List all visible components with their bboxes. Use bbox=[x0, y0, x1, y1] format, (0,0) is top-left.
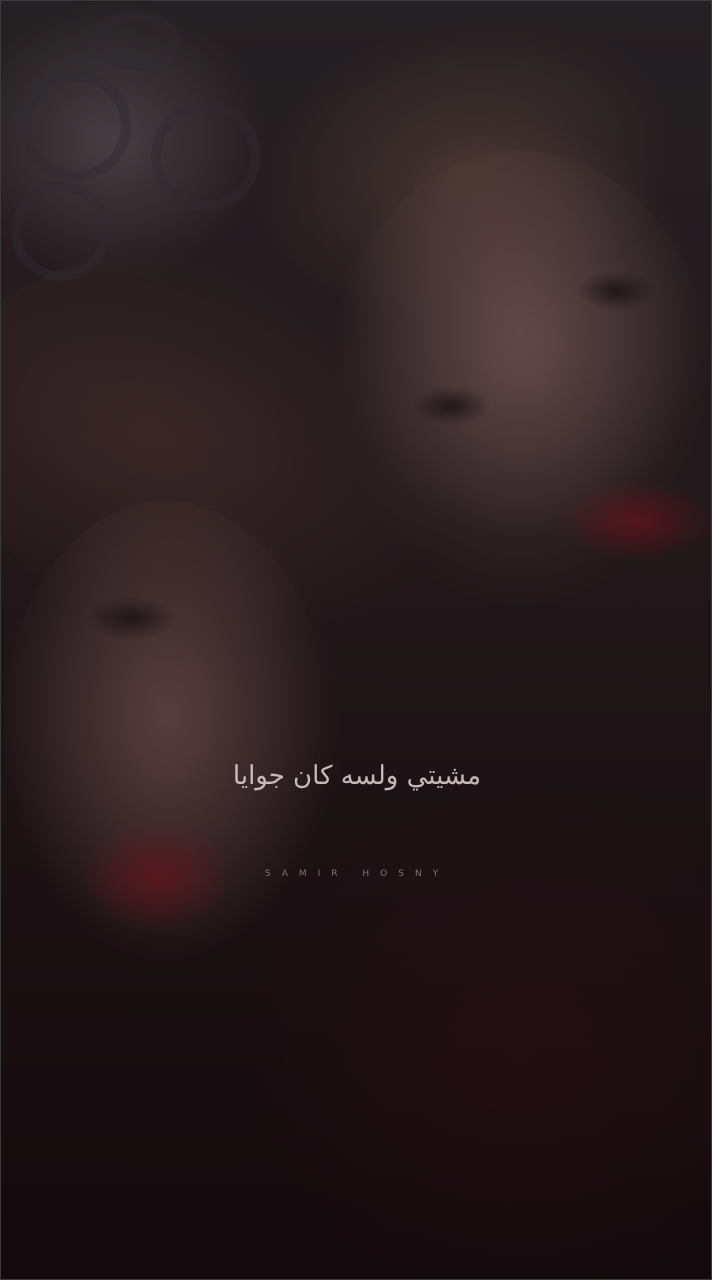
darken-overlay bbox=[1, 1, 711, 1279]
credit-watermark: SAMIR HOSNY bbox=[264, 869, 450, 879]
video-frame: مشيتي ولسه كان جوايا SAMIR HOSNY bbox=[0, 0, 712, 1280]
lyric-caption: مشيتي ولسه كان جوايا bbox=[232, 761, 482, 791]
